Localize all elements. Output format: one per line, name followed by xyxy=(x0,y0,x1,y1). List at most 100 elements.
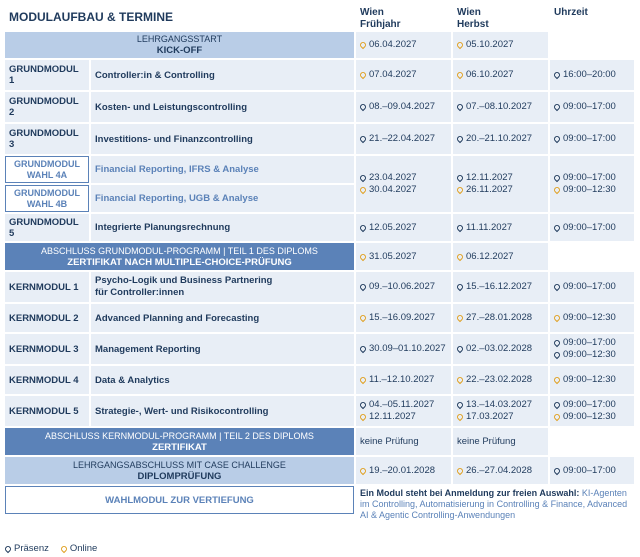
abschluss-grund-line1: ABSCHLUSS GRUNDMODUL-PROGRAMM | TEIL 1 D… xyxy=(41,245,318,256)
location-pin-online-icon xyxy=(455,40,465,50)
date-text: 26.–27.04.2028 xyxy=(466,464,533,476)
time-text: 09:00–12:30 xyxy=(563,184,616,195)
time-text: 09:00–12:30 xyxy=(563,349,616,360)
gm2-spring: 08.–09.04.2027 xyxy=(356,92,451,122)
km4-time: 09:00–12:30 xyxy=(550,366,634,394)
gm2-code: GRUNDMODUL 2 xyxy=(5,92,89,122)
date-text: 07.–08.10.2027 xyxy=(466,101,533,112)
schedule-table: MODULAUFBAU & TERMINE Wien Frühjahr Wien… xyxy=(5,4,634,523)
time-text: 09:00–17:00 xyxy=(563,172,616,183)
time-text: 09:00–17:00 xyxy=(563,101,616,112)
date-text: 04.–05.11.2027 xyxy=(369,399,435,410)
date-text: 15.–16.09.2027 xyxy=(369,312,436,323)
location-pin-icon xyxy=(552,173,562,183)
gm2-name: Kosten- und Leistungscontrolling xyxy=(91,92,354,122)
location-pin-icon xyxy=(358,223,368,232)
location-pin-online-icon xyxy=(552,375,562,385)
km2-name: Advanced Planning and Forecasting xyxy=(91,304,354,332)
location-pin-icon xyxy=(455,344,465,354)
gm4-fall: 12.11.2027 26.11.2027 xyxy=(453,156,548,212)
location-pin-icon xyxy=(552,466,562,475)
location-pin-icon xyxy=(455,134,465,144)
location-pin-online-icon xyxy=(358,412,368,422)
gm5-code: GRUNDMODUL 5 xyxy=(5,214,89,241)
km3-spring: 30.09–01.10.2027 xyxy=(356,334,451,364)
date-text: 13.–14.03.2027 xyxy=(466,399,533,410)
date-text: 19.–20.01.2028 xyxy=(369,464,436,476)
gm1-fall: 06.10.2027 xyxy=(453,60,548,90)
location-pin-icon xyxy=(358,400,368,410)
date-text: 12.05.2027 xyxy=(369,221,417,233)
location-pin-icon xyxy=(552,400,562,410)
gm4a-name: Financial Reporting, IFRS & Analyse xyxy=(91,156,354,183)
gm3-time: 09:00–17:00 xyxy=(550,124,634,154)
abschluss-kern-line2: ZERTIFIKAT xyxy=(152,441,207,453)
km1-code: KERNMODUL 1 xyxy=(5,272,89,302)
location-pin-icon xyxy=(552,282,562,292)
location-pin-online-icon xyxy=(455,252,465,261)
location-pin-online-icon xyxy=(455,412,465,422)
date-text: 17.03.2027 xyxy=(466,411,514,422)
km4-spring: 11.–12.10.2027 xyxy=(356,366,451,394)
location-pin-online-icon xyxy=(552,313,562,323)
km1-spring: 09.–10.06.2027 xyxy=(356,272,451,302)
location-pin-icon xyxy=(552,223,562,232)
gm2-fall: 07.–08.10.2027 xyxy=(453,92,548,122)
gm5-spring: 12.05.2027 xyxy=(356,214,451,241)
km4-name: Data & Analytics xyxy=(91,366,354,394)
km1-name-line2: für Controller:innen xyxy=(95,287,185,298)
date-text: 30.09–01.10.2027 xyxy=(369,343,446,354)
km5-spring: 04.–05.11.2027 12.11.2027 xyxy=(356,396,451,426)
abs1-spring: 31.05.2027 xyxy=(356,243,451,270)
date-text: 07.04.2027 xyxy=(369,69,417,80)
km5-time: 09:00–17:00 09:00–12:30 xyxy=(550,396,634,426)
date-text: 30.04.2027 xyxy=(369,184,417,195)
kickoff-line1: LEHRGANGSSTART xyxy=(136,34,223,44)
date-text: 08.–09.04.2027 xyxy=(369,101,436,112)
location-pin-icon xyxy=(3,544,13,553)
col-header-fall: Wien Herbst xyxy=(453,4,548,30)
abs3-time: 09:00–17:00 xyxy=(550,457,634,484)
date-text: 06.12.2027 xyxy=(466,250,514,262)
date-text: 05.10.2027 xyxy=(466,39,514,50)
location-pin-icon xyxy=(552,338,562,348)
location-pin-icon xyxy=(358,134,368,144)
abschluss-diplom-band: LEHRGANGSABSCHLUSS MIT CASE CHALLENGE DI… xyxy=(5,457,354,484)
gm5-fall: 11.11.2027 xyxy=(453,214,548,241)
location-pin-online-icon xyxy=(455,313,465,323)
date-text: 31.05.2027 xyxy=(369,250,417,262)
km5-fall: 13.–14.03.2027 17.03.2027 xyxy=(453,396,548,426)
date-text: 06.10.2027 xyxy=(466,69,514,80)
gm4-codes: GRUNDMODUL WAHL 4A GRUNDMODUL WAHL 4B xyxy=(5,156,89,212)
date-text: 15.–16.12.2027 xyxy=(466,281,533,292)
kickoff-spring: 06.04.2027 xyxy=(356,32,451,58)
location-pin-icon xyxy=(358,282,368,292)
date-text: 12.11.2027 xyxy=(369,411,416,422)
location-pin-icon xyxy=(455,282,465,292)
location-pin-icon xyxy=(552,102,562,112)
abs2-spring: keine Prüfung xyxy=(356,428,451,455)
date-text: 12.11.2027 xyxy=(466,172,513,183)
legend-online: Online xyxy=(59,543,97,554)
location-pin-online-icon xyxy=(358,40,368,50)
abschluss-grund-line2: ZERTIFIKAT NACH MULTIPLE-CHOICE-PRÜFUNG xyxy=(67,256,292,268)
km1-name-line1: Psycho-Logik und Business Partnering xyxy=(95,275,273,286)
gm4-names: Financial Reporting, IFRS & Analyse Fina… xyxy=(91,156,354,212)
location-pin-icon xyxy=(455,173,465,183)
km2-fall: 27.–28.01.2028 xyxy=(453,304,548,332)
gm4-spring: 23.04.2027 30.04.2027 xyxy=(356,156,451,212)
wahlmodul-note: Ein Modul steht bei Anmeldung zur freien… xyxy=(356,486,634,523)
location-pin-online-icon xyxy=(59,544,69,553)
abschluss-grund-band: ABSCHLUSS GRUNDMODUL-PROGRAMM | TEIL 1 D… xyxy=(5,243,354,270)
location-pin-online-icon xyxy=(358,252,368,261)
location-pin-online-icon xyxy=(358,466,368,475)
gm4a-code: GRUNDMODUL WAHL 4A xyxy=(5,156,89,183)
location-pin-online-icon xyxy=(358,313,368,323)
km3-time: 09:00–17:00 09:00–12:30 xyxy=(550,334,634,364)
location-pin-online-icon xyxy=(552,185,562,195)
kickoff-band: LEHRGANGSSTART KICK-OFF xyxy=(5,32,354,58)
location-pin-online-icon xyxy=(358,185,368,195)
date-text: 23.04.2027 xyxy=(369,172,417,183)
wahlmodul-box: WAHLMODUL ZUR VERTIEFUNG xyxy=(5,486,354,514)
km3-code: KERNMODUL 3 xyxy=(5,334,89,364)
